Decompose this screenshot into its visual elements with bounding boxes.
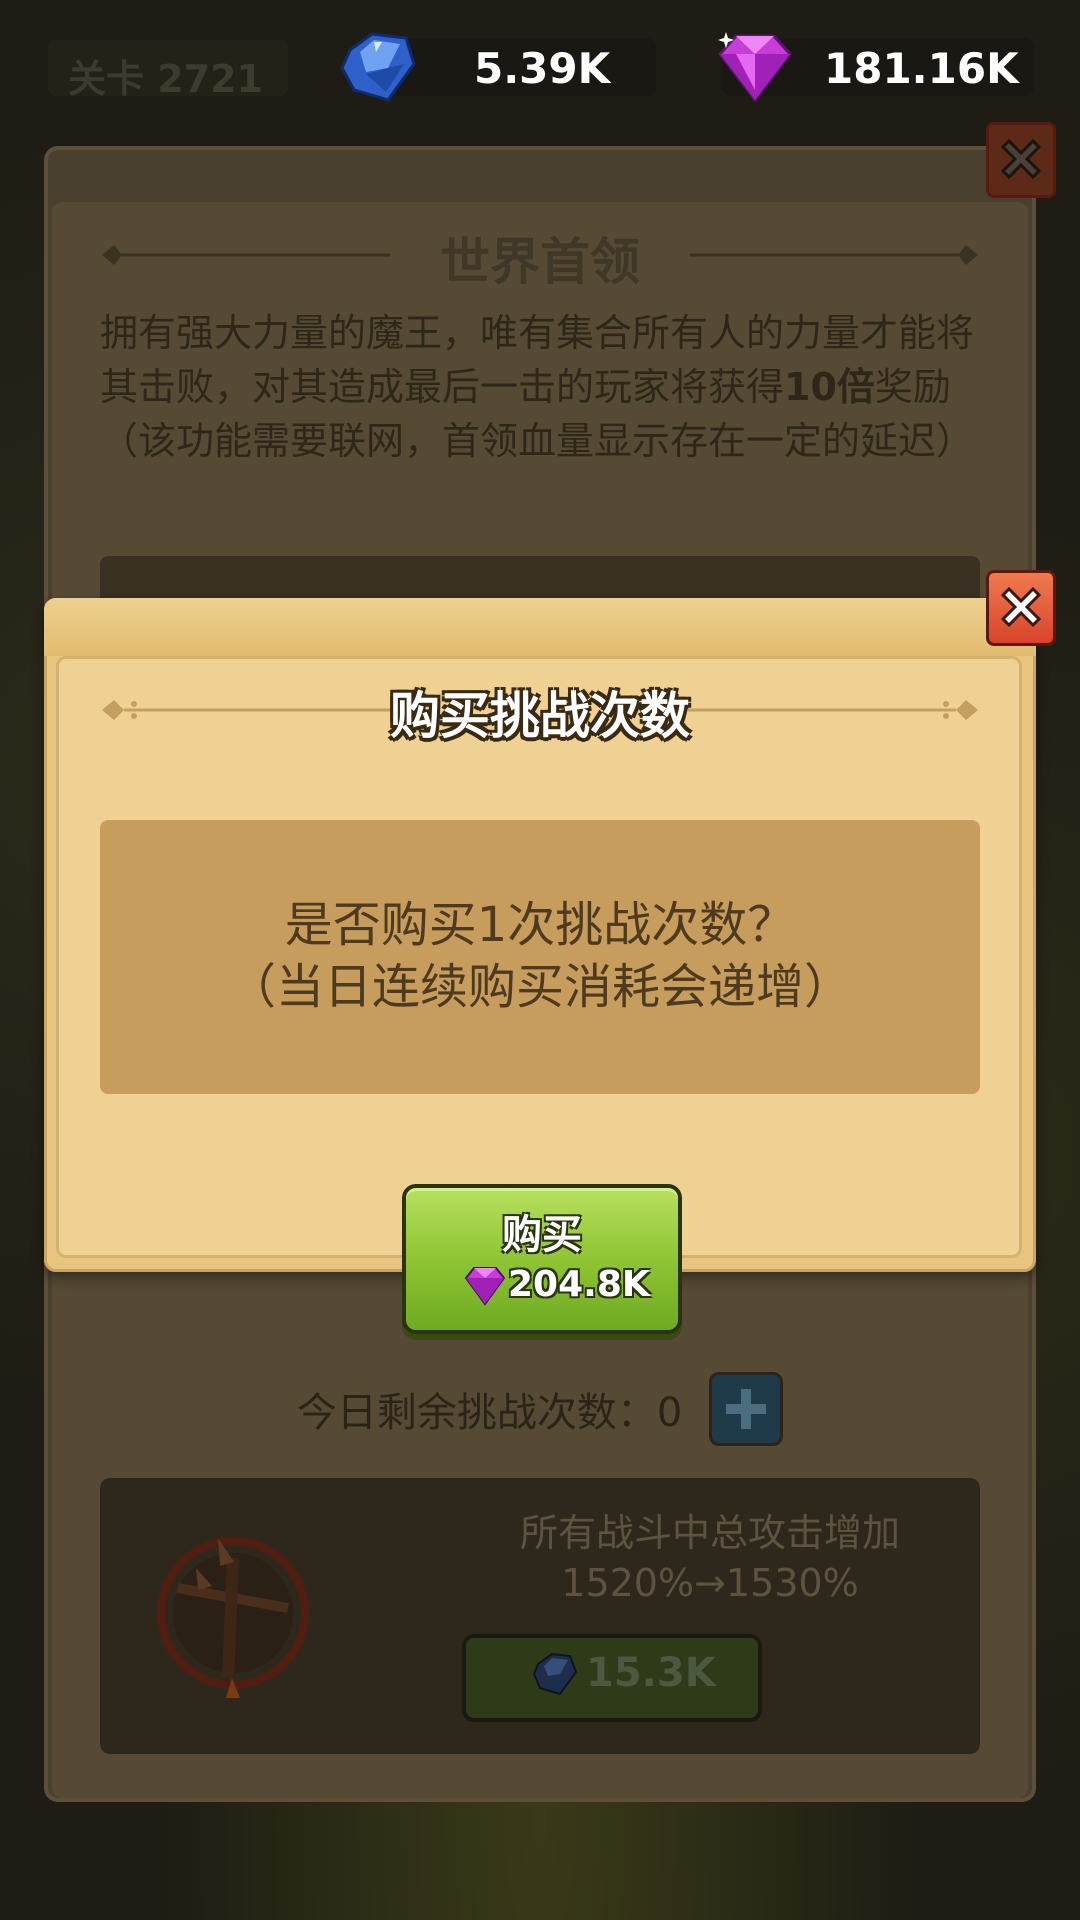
top-bar: 关卡 2721 5.39K 181.16K xyxy=(0,0,1080,130)
blue-crystal-icon xyxy=(340,32,416,102)
crossbow-icon xyxy=(157,1537,309,1698)
close-icon xyxy=(1000,586,1042,628)
level-indicator: 关卡 2721 xyxy=(48,40,288,101)
blue-crystal-icon xyxy=(532,1652,578,1696)
world-boss-title: 世界首领 xyxy=(440,233,640,291)
dialog-message-line-2: （当日连续购买消耗会递增） xyxy=(227,959,852,1015)
dialog-message: 是否购买1次挑战次数？ （当日连续购买消耗会递增） xyxy=(100,894,980,1018)
world-boss-description: 拥有强大力量的魔王，唯有集合所有人的力量才能将其击败，对其造成最后一击的玩家将获… xyxy=(100,306,980,468)
purple-gem-value: 181.16K xyxy=(824,44,1019,93)
upgrade-button[interactable]: 15.3K xyxy=(462,1634,762,1722)
upgrade-description: 所有战斗中总攻击增加 1520%→1530% xyxy=(370,1508,1050,1608)
buy-button-label: 购买 xyxy=(502,1212,582,1258)
dialog-message-line-1: 是否购买1次挑战次数？ xyxy=(284,897,796,953)
purple-diamond-icon xyxy=(464,1267,506,1306)
buy-button[interactable]: 购买 204.8K xyxy=(402,1184,682,1334)
level-label: 关卡 2721 xyxy=(68,57,263,101)
purple-diamond-icon xyxy=(718,32,792,103)
upgrade-line-1: 所有战斗中总攻击增加 xyxy=(519,1511,900,1555)
remaining-attempts: 今日剩余挑战次数：0 xyxy=(0,1372,1080,1446)
buy-price: 204.8K xyxy=(508,1264,650,1305)
remaining-attempts-label: 今日剩余挑战次数：0 xyxy=(296,1390,683,1436)
dialog-message-box: 是否购买1次挑战次数？ （当日连续购买消耗会递增） xyxy=(100,820,980,1094)
dialog-title: 购买挑战次数 xyxy=(390,687,690,745)
reward-multiplier: 10倍 xyxy=(784,365,875,409)
add-attempts-button[interactable] xyxy=(709,1372,784,1446)
close-button[interactable] xyxy=(986,122,1056,198)
dialog-header-strip xyxy=(44,598,1036,656)
close-icon xyxy=(1000,138,1042,180)
upgrade-line-2: 1520%→1530% xyxy=(561,1561,859,1605)
dialog-close-button[interactable] xyxy=(986,570,1056,646)
blue-gem-value: 5.39K xyxy=(474,44,611,93)
upgrade-cost: 15.3K xyxy=(586,1650,716,1696)
